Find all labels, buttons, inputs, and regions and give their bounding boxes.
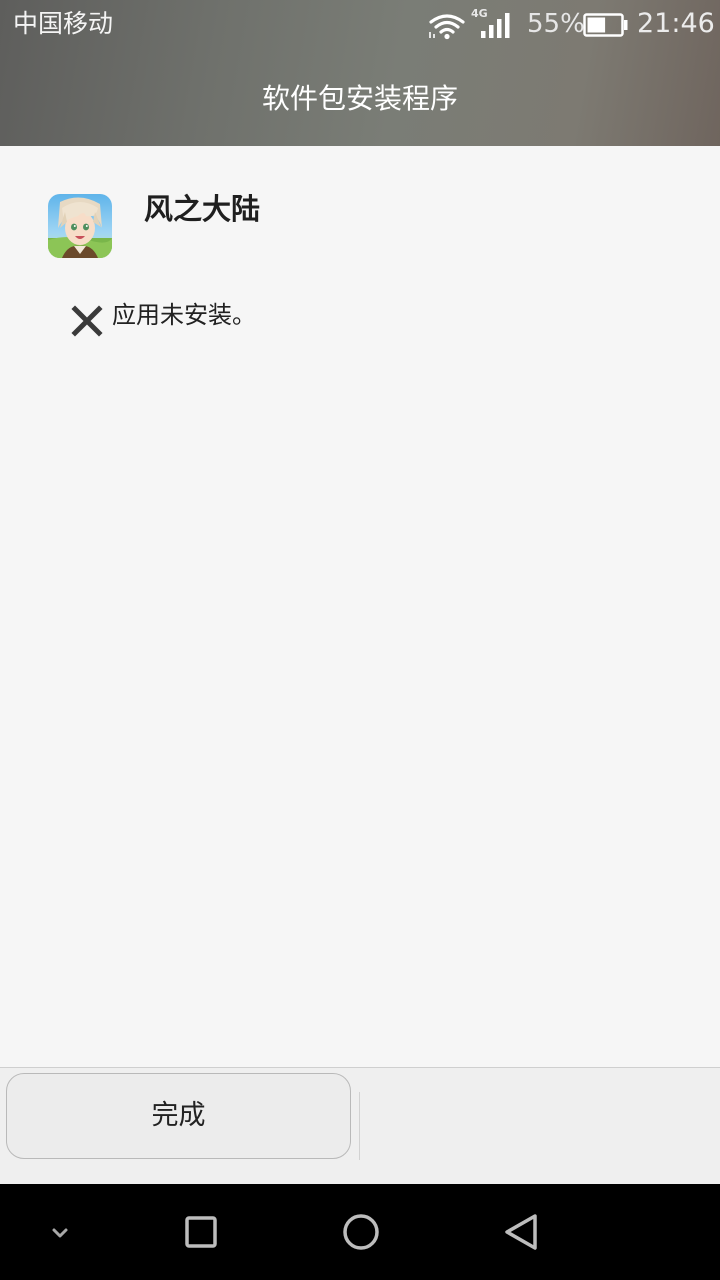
back-icon[interactable] [497, 1208, 545, 1256]
done-button[interactable]: 完成 [6, 1073, 351, 1159]
signal-icon [481, 13, 510, 38]
chevron-down-icon[interactable] [36, 1208, 84, 1256]
app-icon [48, 194, 112, 258]
app-name: 风之大陆 [144, 192, 261, 226]
recent-apps-icon[interactable] [177, 1208, 225, 1256]
battery-icon [583, 13, 628, 37]
header: 中国移动 4G 55% 21:46 软件包安装程序 [0, 0, 720, 146]
wifi-icon [429, 14, 465, 40]
carrier-name: 中国移动 [13, 9, 114, 38]
home-icon[interactable] [337, 1208, 385, 1256]
clock: 21:46 [637, 8, 715, 39]
page-title: 软件包安装程序 [261, 82, 458, 115]
battery-percentage: 55% [527, 9, 585, 39]
status-bar: 中国移动 4G 55% 21:46 [0, 0, 720, 50]
close-icon [71, 305, 103, 337]
navigation-bar [0, 1184, 720, 1280]
install-status-message: 应用未安装。 [112, 301, 256, 329]
installer-screen: 中国移动 4G 55% 21:46 软件包安装程序 风之大陆 应用未安装。 完成 [0, 0, 720, 1280]
button-divider [359, 1092, 360, 1160]
action-bar: 完成 [0, 1067, 720, 1185]
